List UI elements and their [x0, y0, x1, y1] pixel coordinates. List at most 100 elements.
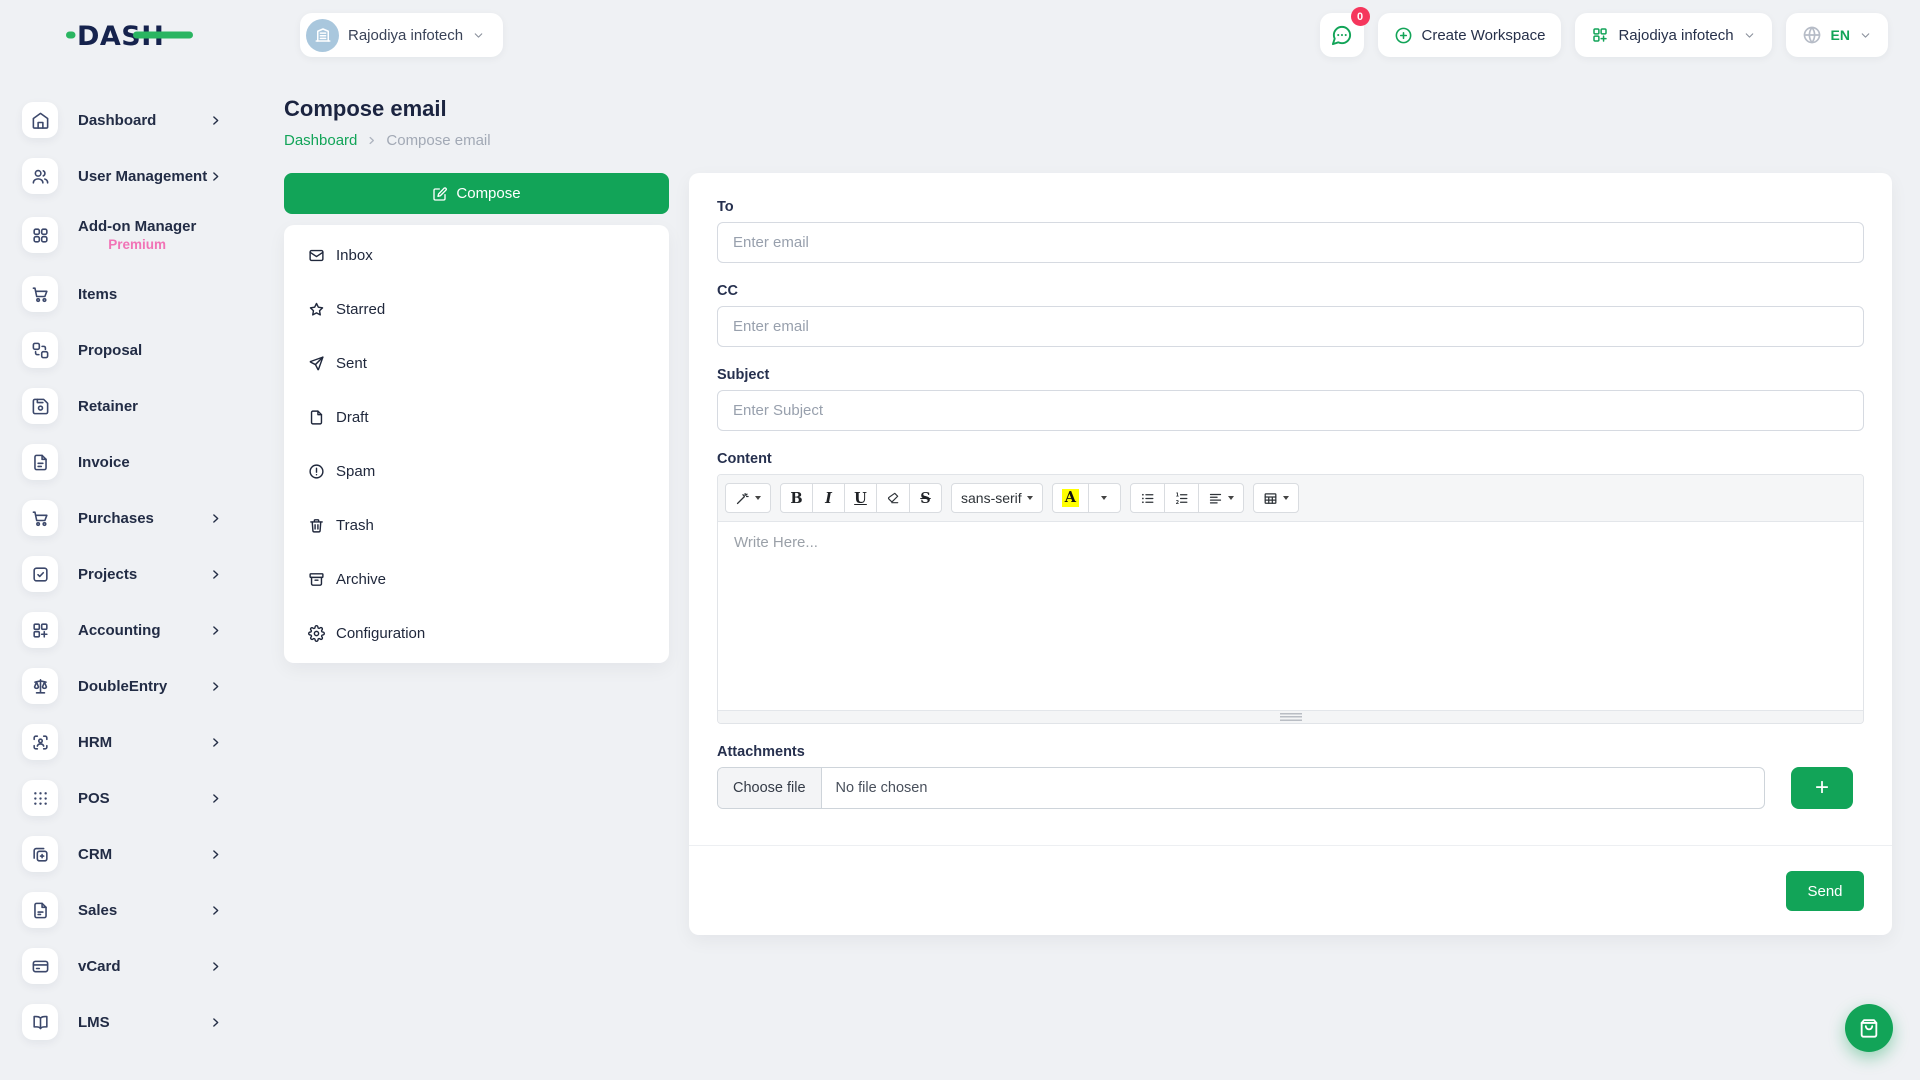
sidebar-item-purchases[interactable]: Purchases: [0, 490, 258, 546]
italic-button[interactable]: I: [812, 483, 845, 513]
sidebar-item-accounting[interactable]: Accounting: [0, 602, 258, 658]
sidebar-item-pos[interactable]: POS: [0, 770, 258, 826]
cc-input[interactable]: [717, 306, 1864, 347]
mail-folder-trash[interactable]: Trash: [284, 498, 669, 552]
ordered-list-button[interactable]: 12: [1164, 483, 1199, 513]
font-family-button[interactable]: sans-serif: [951, 483, 1043, 513]
unordered-list-button[interactable]: [1130, 483, 1165, 513]
top-header: DASH Rajodiya infotech 0 Create Workspac…: [0, 0, 1920, 70]
plus-circle-icon: [1394, 26, 1413, 45]
breadcrumb-current: Compose email: [386, 132, 490, 149]
caret-icon: [1027, 496, 1033, 500]
inbox-icon: [308, 247, 325, 264]
app-logo[interactable]: DASH: [66, 15, 196, 55]
sidebar-item-items[interactable]: Items: [0, 266, 258, 322]
chevron-right-icon: [209, 512, 222, 525]
mail-folder-inbox[interactable]: Inbox: [284, 228, 669, 282]
add-attachment-button[interactable]: +: [1791, 767, 1853, 809]
draft-icon: [308, 409, 325, 426]
strikethrough-button[interactable]: S: [909, 483, 942, 513]
check-square-icon: [22, 556, 58, 592]
mail-folder-spam[interactable]: Spam: [284, 444, 669, 498]
compose-button[interactable]: Compose: [284, 173, 669, 214]
mail-folder-configuration[interactable]: Configuration: [284, 606, 669, 660]
workspace-selector[interactable]: Rajodiya infotech: [300, 13, 503, 57]
scale-icon: [22, 668, 58, 704]
chevron-right-icon: [209, 736, 222, 749]
to-input[interactable]: [717, 222, 1864, 263]
resize-grip-icon: [1280, 713, 1302, 721]
create-workspace-button[interactable]: Create Workspace: [1378, 13, 1562, 57]
cc-label: CC: [717, 283, 1864, 299]
subject-input[interactable]: [717, 390, 1864, 431]
compose-icon: [432, 186, 448, 202]
grid-icon: [22, 217, 58, 253]
caret-icon: [1283, 496, 1289, 500]
caret-icon: [1228, 496, 1234, 500]
page-title: Compose email: [284, 96, 1892, 122]
sidebar-item-crm[interactable]: CRM: [0, 826, 258, 882]
star-icon: [308, 301, 325, 318]
sidebar-item-dashboard[interactable]: Dashboard: [0, 92, 258, 148]
caret-icon: [1101, 496, 1107, 500]
mail-folder-sent[interactable]: Sent: [284, 336, 669, 390]
chevron-down-icon: [472, 29, 485, 42]
send-button[interactable]: Send: [1786, 871, 1864, 911]
attachment-file-input[interactable]: Choose file No file chosen: [717, 767, 1765, 809]
mail-folder-draft[interactable]: Draft: [284, 390, 669, 444]
file-text-icon: [22, 444, 58, 480]
company-menu-button[interactable]: Rajodiya infotech: [1575, 13, 1771, 57]
choose-file-button[interactable]: Choose file: [718, 768, 822, 808]
editor-resize-handle[interactable]: [718, 710, 1863, 723]
font-color-button[interactable]: A: [1052, 483, 1089, 513]
language-selector[interactable]: EN: [1786, 13, 1888, 57]
mail-folder-archive[interactable]: Archive: [284, 552, 669, 606]
file-status-text: No file chosen: [822, 780, 942, 796]
subject-label: Subject: [717, 367, 1864, 383]
sidebar-item-proposal[interactable]: Proposal: [0, 322, 258, 378]
sidebar-item-sales[interactable]: Sales: [0, 882, 258, 938]
store-fab-button[interactable]: [1845, 1004, 1893, 1052]
chevron-right-icon: [209, 904, 222, 917]
breadcrumb-dashboard-link[interactable]: Dashboard: [284, 132, 357, 149]
sidebar-item-invoice[interactable]: Invoice: [0, 434, 258, 490]
insert-table-button[interactable]: [1253, 483, 1299, 513]
chevron-right-icon: [209, 624, 222, 637]
chat-icon: [1330, 24, 1353, 47]
sidebar-item-add-on-manager[interactable]: Add-on Manager Premium: [0, 204, 258, 266]
unordered-list-icon: [1140, 491, 1155, 506]
messages-button[interactable]: 0: [1320, 13, 1364, 57]
messages-badge: 0: [1351, 7, 1370, 26]
chevron-right-icon: [209, 848, 222, 861]
chevron-right-icon: [366, 135, 377, 146]
style-magic-button[interactable]: [725, 483, 771, 513]
sidebar-item-retainer[interactable]: Retainer: [0, 378, 258, 434]
breadcrumb: Dashboard Compose email: [284, 132, 1892, 149]
table-icon: [1263, 491, 1278, 506]
font-color-caret-button[interactable]: [1088, 483, 1121, 513]
sidebar-item-lms[interactable]: LMS: [0, 994, 258, 1050]
to-label: To: [717, 199, 1864, 215]
sidebar-item-hrm[interactable]: HRM: [0, 714, 258, 770]
underline-button[interactable]: U: [844, 483, 877, 513]
bold-button[interactable]: B: [780, 483, 813, 513]
users-icon: [22, 158, 58, 194]
chevron-right-icon: [209, 1016, 222, 1029]
language-code: EN: [1831, 27, 1850, 43]
alert-circle-icon: [308, 463, 325, 480]
sidebar-item-doubleentry[interactable]: DoubleEntry: [0, 658, 258, 714]
gear-icon: [308, 625, 325, 642]
trash-icon: [308, 517, 325, 534]
chevron-right-icon: [209, 170, 222, 183]
sidebar-item-projects[interactable]: Projects: [0, 546, 258, 602]
compose-form-card: To CC Subject Content: [689, 173, 1892, 935]
sidebar-item-vcard[interactable]: vCard: [0, 938, 258, 994]
svg-text:2: 2: [1176, 500, 1180, 506]
sidebar-item-user-management[interactable]: User Management: [0, 148, 258, 204]
clear-format-button[interactable]: [876, 483, 910, 513]
paragraph-align-button[interactable]: [1198, 483, 1244, 513]
svg-text:1: 1: [1176, 492, 1180, 498]
caret-icon: [755, 496, 761, 500]
editor-content[interactable]: Write Here...: [718, 522, 1863, 710]
mail-folder-starred[interactable]: Starred: [284, 282, 669, 336]
